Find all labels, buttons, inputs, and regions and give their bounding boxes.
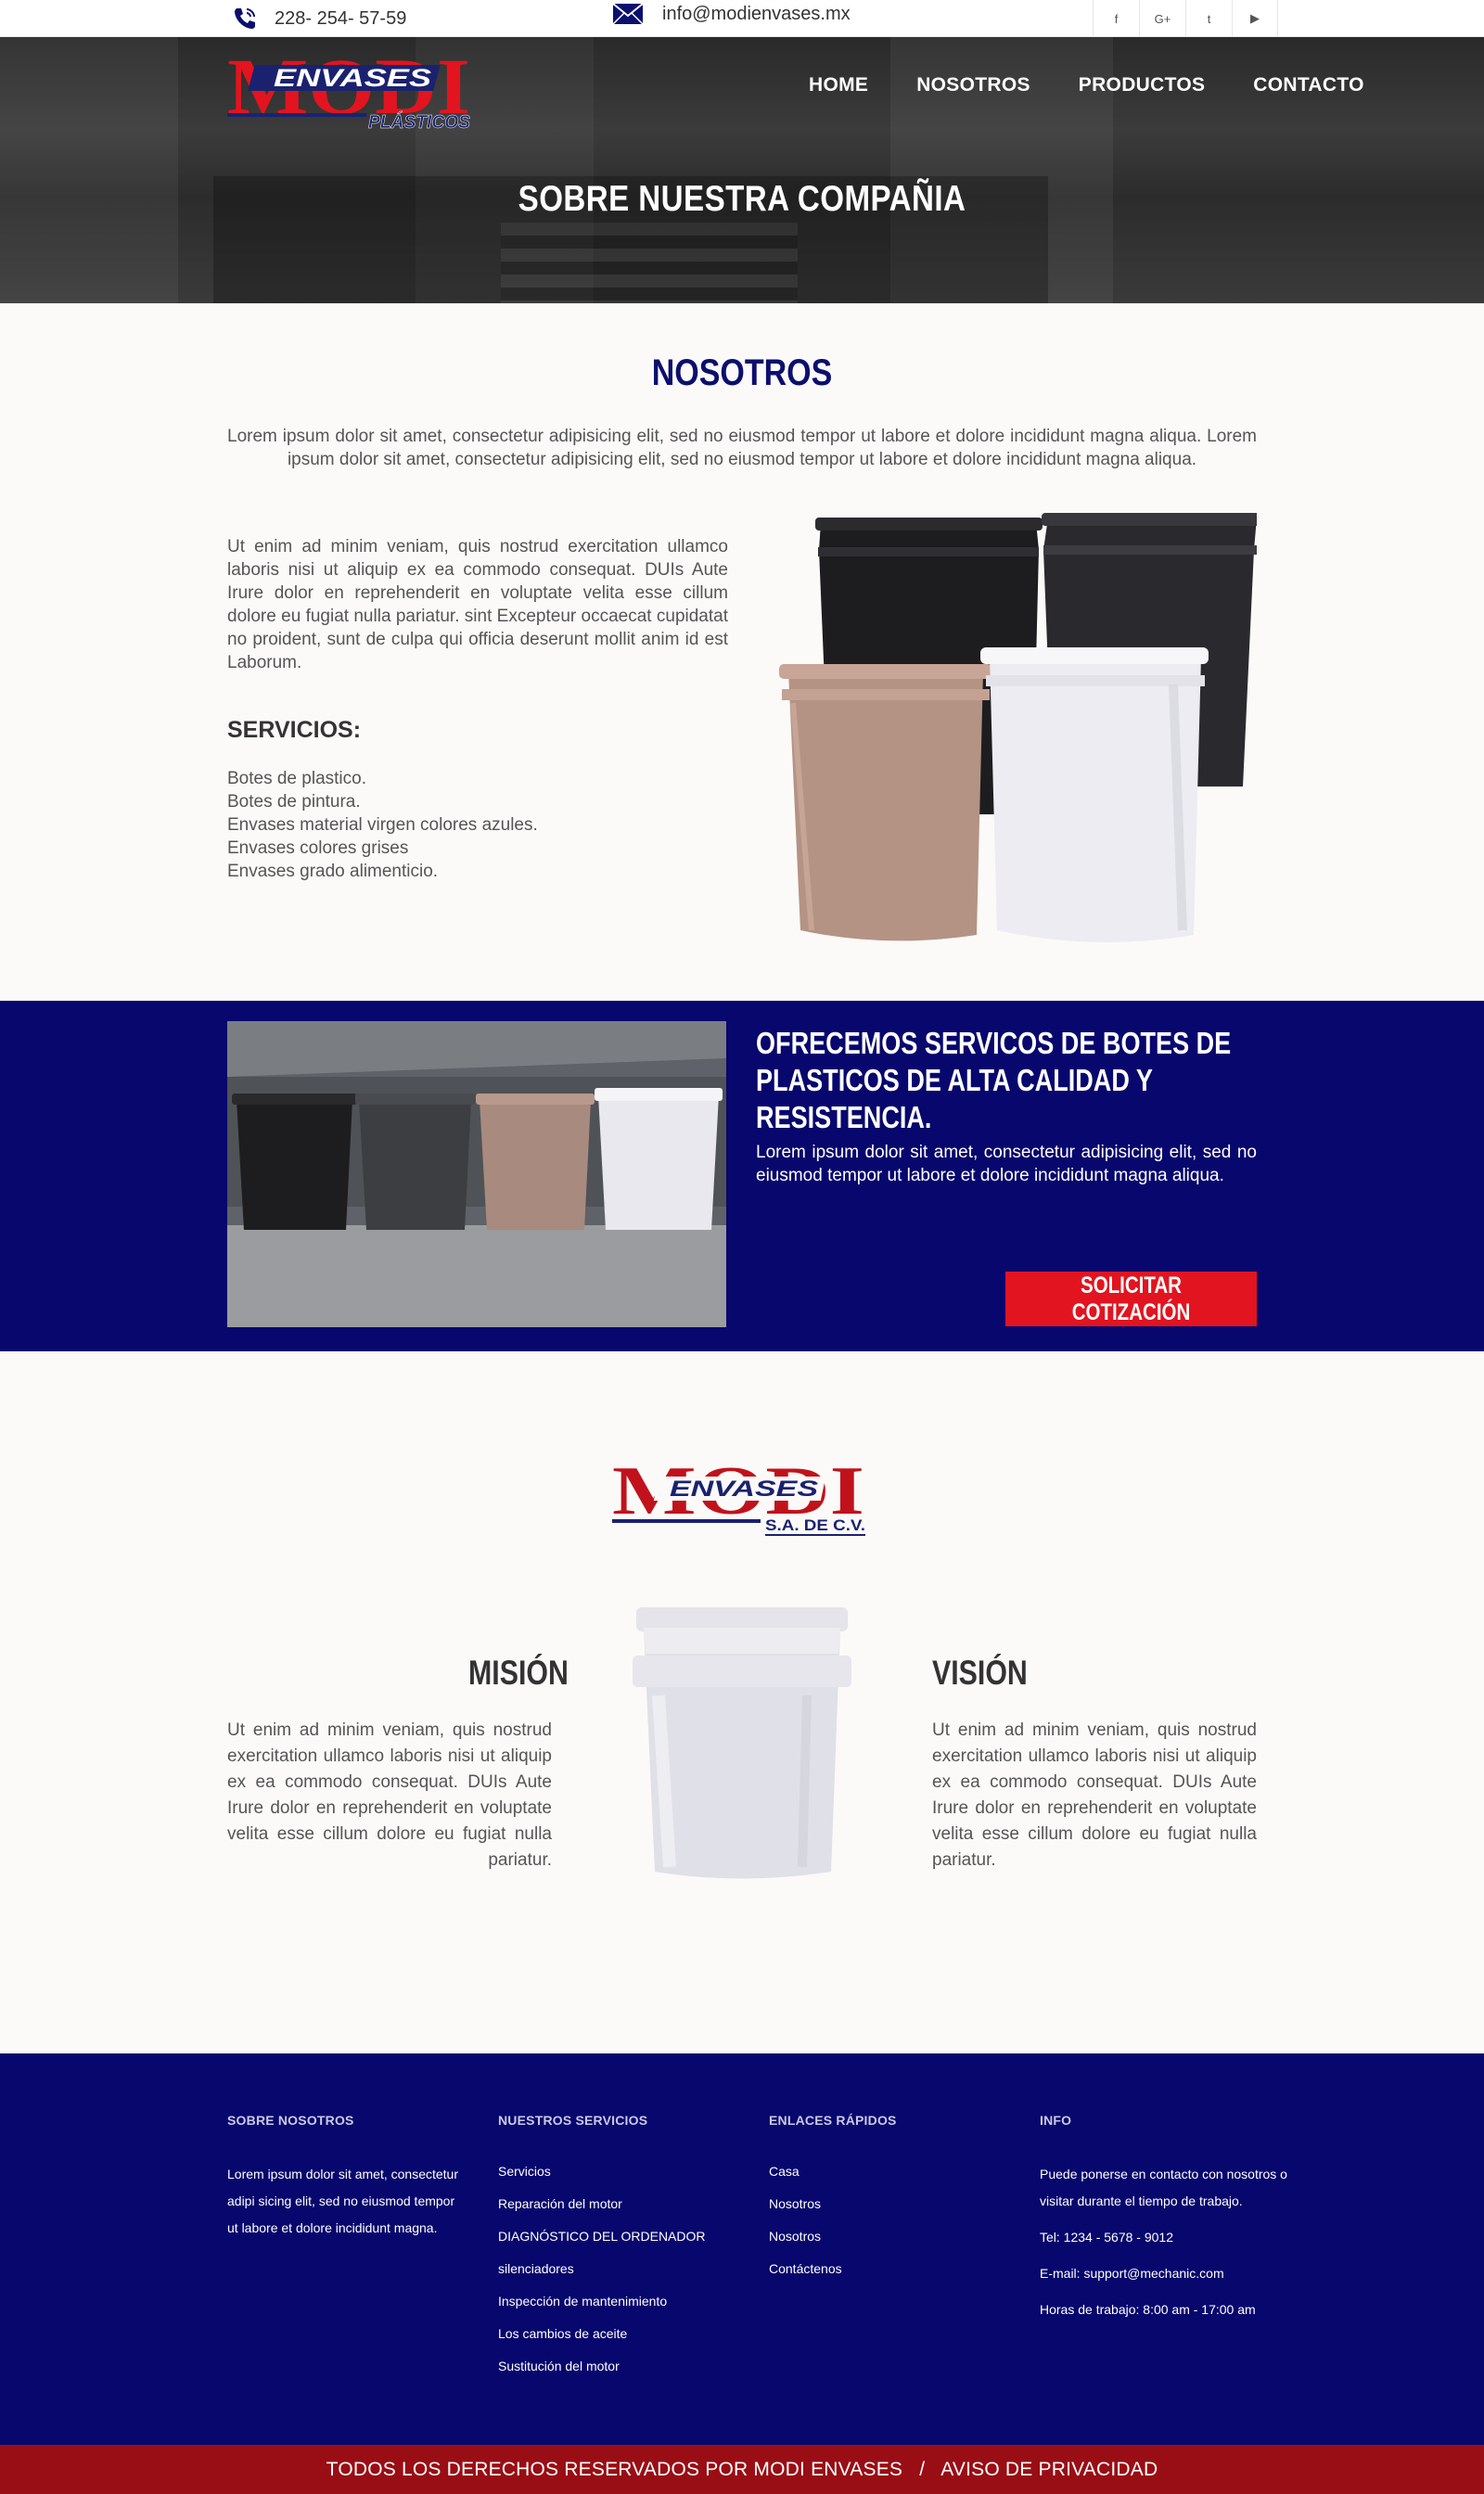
services-band bbox=[0, 1001, 1484, 1351]
nosotros-title: NOSOTROS bbox=[651, 352, 833, 393]
list-item: Envases material virgen colores azules. bbox=[227, 815, 538, 835]
footer-servicios-title: NUESTROS SERVICIOS bbox=[498, 2113, 648, 2128]
band-title: OFRECEMOS SERVICOS DE BOTES DE PLASTICOS… bbox=[756, 1026, 1232, 1134]
vision-text: Ut enim ad minim veniam, quis nostrud ex… bbox=[932, 1720, 1257, 1870]
hero-title: SOBRE NUESTRA COMPAÑIA bbox=[518, 179, 966, 219]
footer-link[interactable]: Inspección de mantenimiento bbox=[498, 2285, 730, 2318]
svg-text:ENVASES: ENVASES bbox=[670, 1477, 818, 1502]
mision-text: Ut enim ad minim veniam, quis nostrud ex… bbox=[227, 1720, 552, 1870]
nosotros-intro: Lorem ipsum dolor sit amet, consectetur … bbox=[227, 427, 1257, 469]
footer-link[interactable]: Servicios bbox=[498, 2155, 730, 2188]
footer-hours: Horas de trabajo: 8:00 am - 17:00 am bbox=[1040, 2302, 1256, 2317]
phone-icon bbox=[235, 8, 255, 29]
top-bar: 228- 254- 57-59 info@modienvases.mx f G+… bbox=[0, 0, 1484, 37]
footer-info-text: Puede ponerse en contacto con nosotros o… bbox=[1040, 2167, 1287, 2208]
privacy-link[interactable]: AVISO DE PRIVACIDAD bbox=[940, 2459, 1158, 2480]
footer-tel: Tel: 1234 - 5678 - 9012 bbox=[1040, 2230, 1173, 2245]
nav-contacto[interactable]: CONTACTO bbox=[1253, 74, 1363, 96]
svg-text:ENVASES: ENVASES bbox=[274, 64, 431, 92]
list-item: Envases grado alimenticio. bbox=[227, 862, 439, 881]
footer-link[interactable]: Casa bbox=[769, 2155, 1001, 2188]
nosotros-paragraph: Ut enim ad minim veniam, quis nostrud ex… bbox=[227, 537, 728, 672]
phone-contact[interactable]: 228- 254- 57-59 bbox=[232, 6, 406, 32]
footer-link[interactable]: Contáctenos bbox=[769, 2253, 1001, 2285]
social-links: f G+ t ▶ bbox=[1093, 0, 1278, 37]
envelope-icon bbox=[612, 3, 644, 25]
footer-info-title: INFO bbox=[1040, 2113, 1072, 2128]
footer-link[interactable]: Nosotros bbox=[769, 2188, 1001, 2220]
white-pail-image bbox=[633, 1607, 851, 1879]
servicios-title: SERVICIOS: bbox=[227, 717, 362, 743]
google-plus-icon[interactable]: G+ bbox=[1139, 0, 1185, 37]
copyright-text: TODOS LOS DERECHOS RESERVADOS POR MODI E… bbox=[326, 2459, 903, 2480]
vision-title: VISIÓN bbox=[932, 1654, 1028, 1692]
warehouse-buckets-image bbox=[227, 1021, 726, 1327]
footer-link[interactable]: Sustitución del motor bbox=[498, 2350, 730, 2383]
youtube-icon[interactable]: ▶ bbox=[1232, 0, 1278, 37]
footer-link[interactable]: DIAGNÓSTICO DEL ORDENADOR bbox=[498, 2220, 730, 2253]
main-nav: HOME NOSOTROS PRODUCTOS CONTACTO bbox=[809, 74, 1364, 96]
cta-label: SOLICITAR COTIZACIÓN bbox=[1071, 1272, 1191, 1325]
facebook-icon[interactable]: f bbox=[1093, 0, 1139, 37]
phone-number: 228- 254- 57-59 bbox=[275, 7, 407, 29]
list-item: Envases colores grises bbox=[227, 838, 409, 858]
footer-link[interactable]: Nosotros bbox=[769, 2220, 1001, 2253]
solicitar-cotizacion-button[interactable]: SOLICITAR COTIZACIÓN bbox=[1005, 1272, 1257, 1326]
copyright-bar: TODOS LOS DERECHOS RESERVADOS POR MODI E… bbox=[0, 2445, 1484, 2494]
svg-text:PLÁSTICOS: PLÁSTICOS bbox=[368, 111, 471, 132]
nav-home[interactable]: HOME bbox=[809, 74, 868, 96]
svg-text:S.A. DE C.V.: S.A. DE C.V. bbox=[765, 1516, 865, 1534]
footer-email[interactable]: E-mail: support@mechanic.com bbox=[1040, 2260, 1290, 2287]
footer-sobre-text: Lorem ipsum dolor sit amet, consectetur … bbox=[227, 2167, 458, 2235]
list-item: Botes de plastico. bbox=[227, 769, 366, 788]
footer-link[interactable]: Los cambios de aceite bbox=[498, 2318, 730, 2350]
nav-productos[interactable]: PRODUCTOS bbox=[1079, 74, 1206, 96]
twitter-icon[interactable]: t bbox=[1185, 0, 1232, 37]
footer-link[interactable]: silenciadores bbox=[498, 2253, 730, 2285]
modi-envases-logo[interactable]: MODI ENVASES PLÁSTICOS bbox=[227, 46, 473, 132]
footer-enlaces-column: ENLACES RÁPIDOS Casa Nosotros Nosotros C… bbox=[769, 2113, 1001, 2285]
footer-sobre-title: SOBRE NOSOTROS bbox=[227, 2113, 354, 2128]
band-text: Lorem ipsum dolor sit amet, consectetur … bbox=[756, 1143, 1257, 1185]
mision-title: MISIÓN bbox=[468, 1654, 569, 1692]
separator: / bbox=[919, 2459, 926, 2480]
list-item: Botes de pintura. bbox=[227, 792, 361, 812]
nav-nosotros[interactable]: NOSOTROS bbox=[916, 74, 1030, 96]
modi-envases-sa-logo: MODI ENVASES S.A. DE C.V. bbox=[612, 1456, 865, 1536]
buckets-image bbox=[779, 513, 1257, 942]
footer-servicios-column: NUESTROS SERVICIOS Servicios Reparación … bbox=[498, 2113, 730, 2383]
footer-info-column: INFO Puede ponerse en contacto con nosot… bbox=[1040, 2113, 1290, 2323]
footer-link[interactable]: Reparación del motor bbox=[498, 2188, 730, 2220]
footer-enlaces-title: ENLACES RÁPIDOS bbox=[769, 2113, 897, 2128]
servicios-list: Botes de plastico. Botes de pintura. Env… bbox=[227, 767, 538, 883]
footer-sobre-column: SOBRE NOSOTROS Lorem ipsum dolor sit ame… bbox=[227, 2113, 459, 2242]
email-address: info@modienvases.mx bbox=[662, 3, 851, 24]
email-contact[interactable]: info@modienvases.mx bbox=[612, 3, 851, 25]
